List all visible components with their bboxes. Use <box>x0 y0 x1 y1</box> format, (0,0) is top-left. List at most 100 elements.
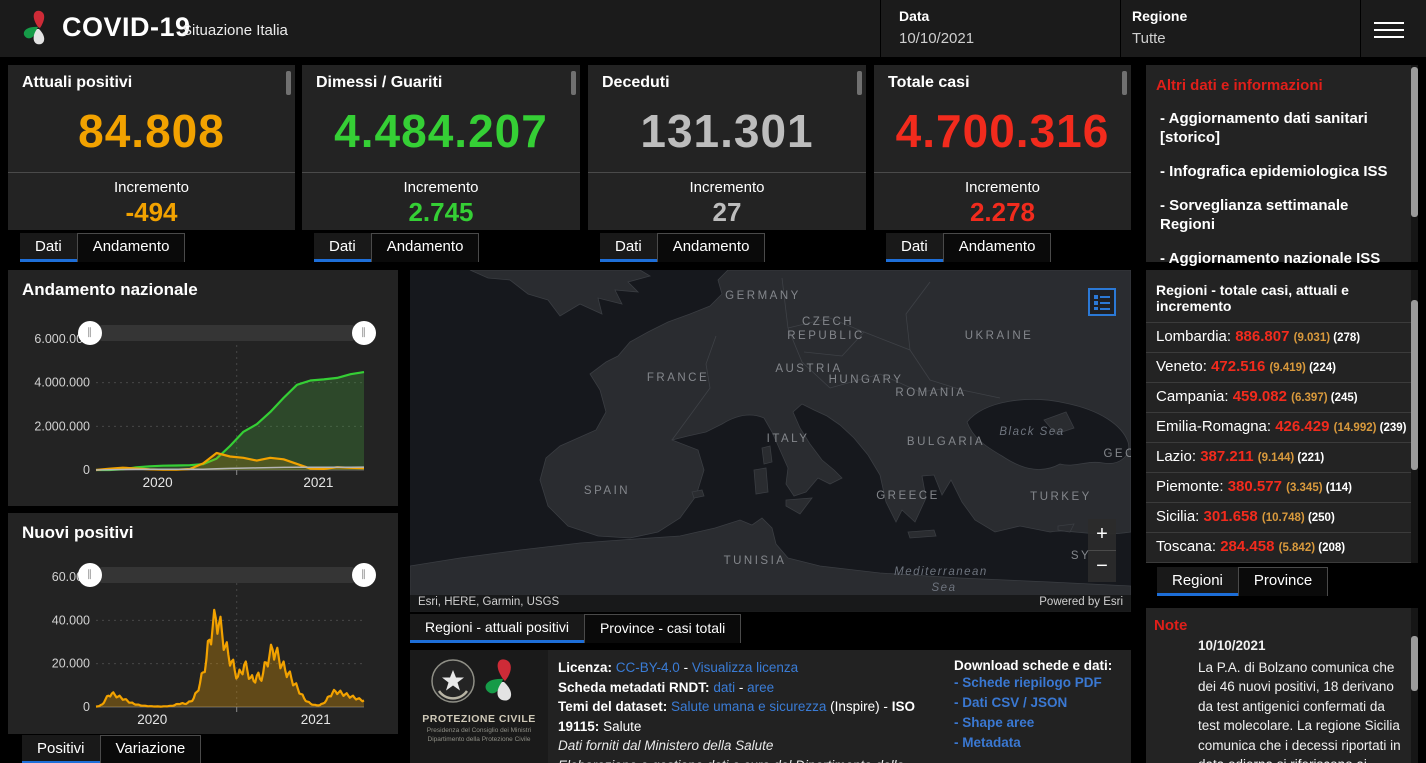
nuovi-positivi-tab-positivi[interactable]: Positivi <box>22 735 100 763</box>
region-label: Regione <box>1132 8 1187 24</box>
view-license-link[interactable]: Visualizza licenza <box>692 660 798 675</box>
region-row-sicilia[interactable]: Sicilia: 301.658 (10.748) (250) <box>1146 502 1418 532</box>
emblem-and-logo-icon <box>427 656 531 706</box>
scrollbar-thumb[interactable] <box>286 71 291 95</box>
scrollbar-thumb[interactable] <box>571 71 576 95</box>
region-row-puglia[interactable]: Puglia: 269.758 (2.382) (62) <box>1146 562 1418 563</box>
map-tabs: Regioni - attuali positiviProvince - cas… <box>410 614 741 643</box>
region-current-positives: (9.419) <box>1269 362 1309 374</box>
region-selector[interactable]: Regione Tutte <box>1132 8 1187 47</box>
stat-card-attuali-positivi-tabs: DatiAndamento <box>20 233 185 262</box>
stat-card-value: 4.484.207 <box>302 104 580 158</box>
stat-card-totale-casi-tab-dati[interactable]: Dati <box>886 233 943 262</box>
stat-card-dimessi-guariti-tabs: DatiAndamento <box>314 233 479 262</box>
altri-dati-link-infografica-epidemiologica-iss[interactable]: - Infografica epidemiologica ISS <box>1146 162 1418 181</box>
stat-card-dimessi-guariti-tab-dati[interactable]: Dati <box>314 233 371 262</box>
slider-handle-right[interactable]: ∥ <box>352 563 376 587</box>
map-tab-province-casi-totali[interactable]: Province - casi totali <box>584 614 741 643</box>
svg-text:4.000.000: 4.000.000 <box>34 376 90 390</box>
scrollbar-thumb[interactable] <box>857 71 862 95</box>
altri-dati-link-aggiornamento-nazionale-iss[interactable]: - Aggiornamento nazionale ISS <box>1146 249 1418 268</box>
license-link[interactable]: CC-BY-4.0 <box>616 660 680 675</box>
slider-handle-right[interactable]: ∥ <box>352 321 376 345</box>
region-name: Veneto: <box>1156 358 1211 375</box>
region-row-piemonte[interactable]: Piemonte: 380.577 (3.345) (114) <box>1146 472 1418 502</box>
logo-text-2: Presidenza del Consiglio dei Ministri <box>410 727 548 734</box>
region-increment: (114) <box>1326 482 1352 494</box>
legend-icon[interactable] <box>1088 288 1116 316</box>
separator: - <box>684 660 689 675</box>
svg-text:40.000: 40.000 <box>52 613 90 627</box>
download-link-dati-csv-json[interactable]: - Dati CSV / JSON <box>954 693 1127 713</box>
region-current-positives: (6.397) <box>1291 392 1331 404</box>
regions-tabs: RegioniProvince <box>1157 567 1328 596</box>
stat-card-title: Attuali positivi <box>8 65 295 92</box>
map-canvas <box>410 270 1131 612</box>
region-row-veneto[interactable]: Veneto: 472.516 (9.419) (224) <box>1146 352 1418 382</box>
stat-column-totale-casi: Totale casi4.700.316Incremento2.278DatiA… <box>874 65 1131 230</box>
region-row-lombardia[interactable]: Lombardia: 886.807 (9.031) (278) <box>1146 322 1418 352</box>
dataset-theme-link[interactable]: Salute umana e sicurezza <box>671 699 826 714</box>
region-increment: (221) <box>1297 452 1324 464</box>
download-title: Download schede e dati: <box>954 658 1127 673</box>
stat-card-deceduti-tab-dati[interactable]: Dati <box>600 233 657 262</box>
stat-card-totale-casi-tab-andamento[interactable]: Andamento <box>943 233 1052 262</box>
region-total-cases: 472.516 <box>1211 358 1269 375</box>
region-name: Piemonte: <box>1156 478 1228 495</box>
stat-card-attuali-positivi-tab-andamento[interactable]: Andamento <box>77 233 186 262</box>
header-divider <box>1120 0 1121 57</box>
stat-card-deceduti: Deceduti131.301Incremento27 <box>588 65 866 230</box>
nuovi-positivi-tabs: PositiviVariazione <box>22 735 201 763</box>
powered-by-esri: Powered by Esri <box>1039 596 1123 612</box>
stat-card-title: Dimessi / Guariti <box>302 65 580 92</box>
region-row-lazio[interactable]: Lazio: 387.211 (9.144) (221) <box>1146 442 1418 472</box>
download-link-metadata[interactable]: - Metadata <box>954 733 1127 753</box>
region-row-toscana[interactable]: Toscana: 284.458 (5.842) (208) <box>1146 532 1418 562</box>
svg-text:2.000.000: 2.000.000 <box>34 419 90 433</box>
region-current-positives: (14.992) <box>1334 422 1380 434</box>
slider-track[interactable] <box>100 567 354 583</box>
stat-column-dimessi-guariti: Dimessi / Guariti4.484.207Incremento2.74… <box>302 65 580 230</box>
region-total-cases: 886.807 <box>1235 328 1293 345</box>
dataset-theme-label: Temi del dataset: <box>558 699 667 714</box>
protezione-civile-logo-block: PROTEZIONE CIVILE Presidenza del Consigl… <box>410 650 548 763</box>
slider-handle-left[interactable]: ∥ <box>78 321 102 345</box>
svg-text:20.000: 20.000 <box>52 657 90 671</box>
zoom-out-button[interactable]: − <box>1088 551 1116 582</box>
scrollbar-thumb[interactable] <box>1411 67 1418 217</box>
menu-icon[interactable] <box>1374 17 1404 39</box>
increment-value: 2.278 <box>874 197 1131 228</box>
data-source-note: Dati forniti dal Ministero della Salute <box>558 736 942 756</box>
metadata-dati-link[interactable]: dati <box>713 680 735 695</box>
scrollbar-thumb[interactable] <box>1411 300 1418 470</box>
regions-tab-province[interactable]: Province <box>1238 567 1328 596</box>
date-selector[interactable]: Data 10/10/2021 <box>899 8 974 47</box>
slider-track[interactable] <box>100 325 354 341</box>
stat-column-attuali-positivi: Attuali positivi84.808Incremento-494Dati… <box>8 65 295 230</box>
altri-dati-link-aggiornamento-dati-sanitari-storico[interactable]: - Aggiornamento dati sanitari [storico] <box>1146 109 1418 147</box>
stat-card-deceduti-tab-andamento[interactable]: Andamento <box>657 233 766 262</box>
regions-panel: Regioni - totale casi, attuali e increme… <box>1146 270 1418 563</box>
download-link-shape-aree[interactable]: - Shape aree <box>954 713 1127 733</box>
scrollbar-thumb[interactable] <box>1411 636 1418 691</box>
andamento-nazionale-panel: Andamento nazionale 02.000.0004.000.0006… <box>8 270 398 506</box>
regions-tab-regioni[interactable]: Regioni <box>1157 567 1238 596</box>
altri-dati-link-sorveglianza-settimanale-regioni[interactable]: - Sorveglianza settimanale Regioni <box>1146 196 1418 234</box>
region-current-positives: (10.748) <box>1262 512 1308 524</box>
nuovi-positivi-tab-variazione[interactable]: Variazione <box>100 735 202 763</box>
region-row-campania[interactable]: Campania: 459.082 (6.397) (245) <box>1146 382 1418 412</box>
download-link-schede-riepilogo-pdf[interactable]: - Schede riepilogo PDF <box>954 673 1127 693</box>
map-tab-regioni-attuali-positivi[interactable]: Regioni - attuali positivi <box>410 614 584 643</box>
region-total-cases: 301.658 <box>1204 508 1262 525</box>
scrollbar-thumb[interactable] <box>1122 71 1127 95</box>
increment-value: 2.745 <box>302 197 580 228</box>
metadata-aree-link[interactable]: aree <box>747 680 774 695</box>
region-row-emilia-romagna[interactable]: Emilia-Romagna: 426.429 (14.992) (239) <box>1146 412 1418 442</box>
zoom-in-button[interactable]: + <box>1088 519 1116 550</box>
stat-card-attuali-positivi-tab-dati[interactable]: Dati <box>20 233 77 262</box>
europe-map[interactable]: GERMANYCZECHREPUBLICUKRAINEAUSTRIAFRANCE… <box>410 270 1131 612</box>
stat-card-dimessi-guariti-tab-andamento[interactable]: Andamento <box>371 233 480 262</box>
region-name: Lombardia: <box>1156 328 1235 345</box>
covid-dashboard: COVID-19 Situazione Italia Data 10/10/20… <box>0 0 1426 763</box>
slider-handle-left[interactable]: ∥ <box>78 563 102 587</box>
